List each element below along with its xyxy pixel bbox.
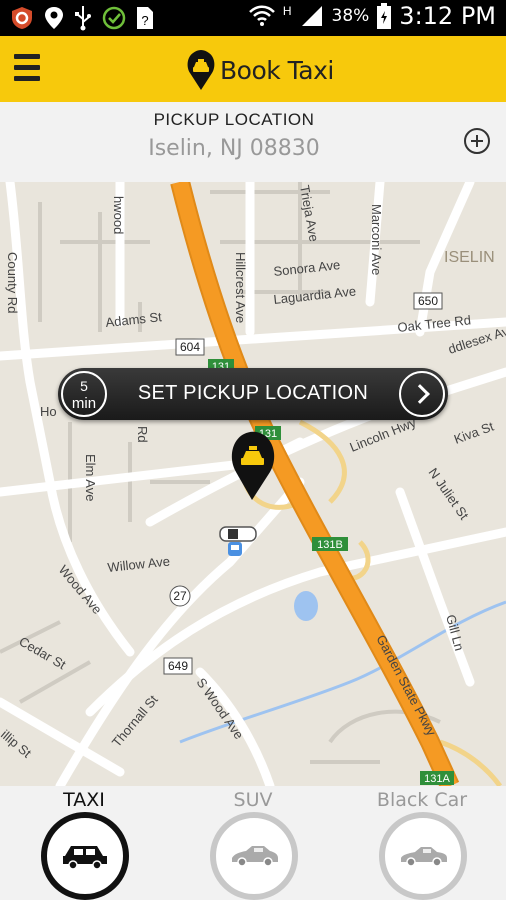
app-bar: Book Taxi	[0, 36, 506, 102]
pickup-header[interactable]: PICKUP LOCATION Iselin, NJ 08830	[0, 102, 506, 182]
train-station-icon	[228, 542, 242, 556]
location-icon	[45, 7, 63, 29]
battery-percent: 38%	[331, 6, 370, 26]
hamburger-icon-line	[14, 65, 40, 70]
vehicle-label: SUV	[233, 789, 273, 811]
page-title: Book Taxi	[220, 55, 334, 85]
clock: 3:12 PM	[399, 2, 496, 30]
suv-icon	[232, 846, 278, 867]
status-bar: ? H 38% 3:12 PM	[0, 0, 506, 36]
car-icon	[63, 846, 107, 870]
route-shield-649: 649	[168, 659, 188, 673]
vehicle-label: TAXI	[63, 789, 105, 811]
vehicle-ring	[41, 812, 129, 900]
svg-text:?: ?	[141, 13, 148, 28]
vehicle-option-taxi[interactable]: TAXI	[0, 786, 168, 900]
hamburger-icon-line	[14, 76, 40, 81]
pickup-address[interactable]: Iselin, NJ 08830	[0, 136, 468, 161]
vehicle-ring	[379, 812, 467, 900]
street-label: Elm Ave	[83, 454, 98, 501]
set-pickup-label: SET PICKUP LOCATION	[137, 382, 369, 404]
menu-button[interactable]	[14, 54, 40, 82]
vehicle-selector: TAXI SUV Black Car	[0, 786, 506, 900]
sedan-icon	[401, 847, 447, 867]
vehicle-ring	[210, 812, 298, 900]
hamburger-icon	[14, 54, 40, 59]
route-shield-131b: 131B	[317, 539, 343, 551]
map-view[interactable]: 604 131 131 650 131B 27 649 131A County …	[0, 182, 506, 786]
chevron-right-icon	[399, 371, 445, 417]
unknown-file-icon: ?	[137, 7, 153, 29]
vehicle-option-suv[interactable]: SUV	[169, 786, 337, 900]
street-label: Rd	[135, 426, 150, 443]
nearby-car-icon	[219, 526, 257, 542]
street-label: hwood	[111, 196, 126, 234]
signal-icon	[301, 6, 322, 26]
wifi-icon	[248, 5, 275, 26]
app-logo: Book Taxi	[186, 49, 334, 91]
battery-icon	[377, 3, 392, 29]
route-shield-650: 650	[418, 294, 438, 308]
vehicle-label: Black Car	[376, 789, 468, 811]
route-shield-27: 27	[173, 589, 187, 603]
taxi-pin-icon	[187, 50, 215, 90]
street-label: Marconi Ave	[369, 204, 384, 275]
set-pickup-location-button[interactable]: 5 min SET PICKUP LOCATION	[58, 368, 448, 420]
street-label: Ho	[40, 404, 57, 419]
route-shield-131a: 131A	[424, 773, 450, 785]
map-canvas: 604 131 131 650 131B 27 649 131A County …	[0, 182, 506, 786]
route-shield-604: 604	[180, 340, 200, 354]
app-shield-icon	[12, 7, 32, 29]
place-label: ISELIN	[444, 249, 495, 266]
network-type-label: H	[282, 4, 292, 18]
usb-icon	[75, 6, 91, 31]
vehicle-option-black-car[interactable]: Black Car	[338, 786, 506, 900]
check-circle-icon	[102, 6, 126, 30]
pickup-label: PICKUP LOCATION	[153, 110, 315, 129]
street-label: County Rd	[5, 252, 20, 313]
street-label: Hillcrest Ave	[233, 252, 248, 323]
add-location-button[interactable]	[464, 128, 490, 154]
